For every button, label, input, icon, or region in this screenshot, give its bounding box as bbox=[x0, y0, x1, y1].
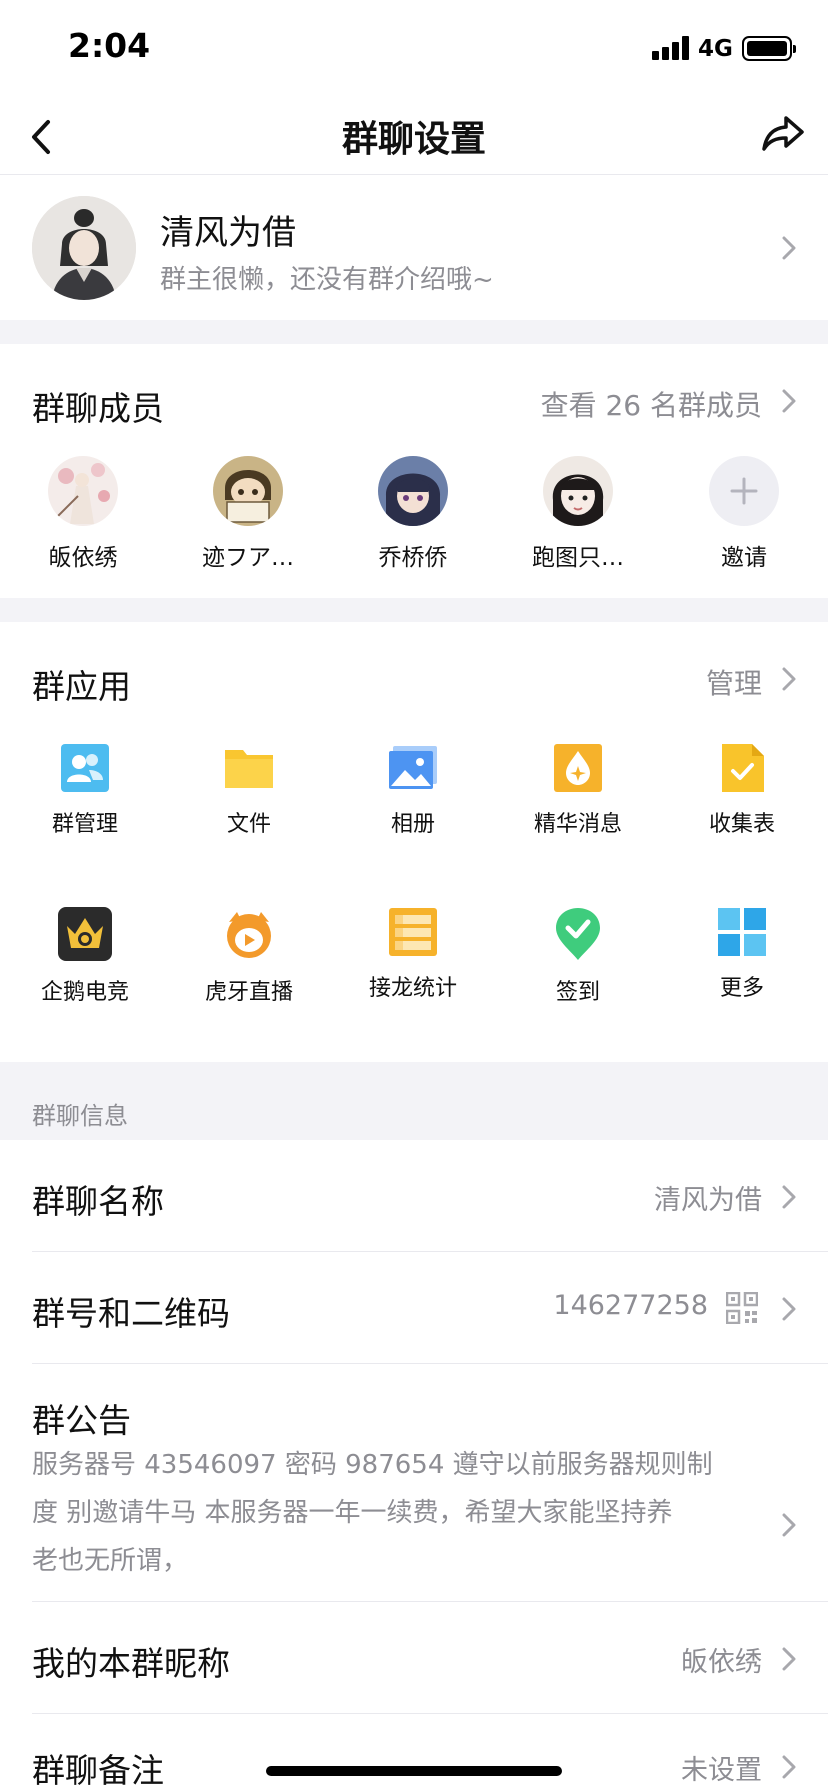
info-caption: 群聊信息 bbox=[32, 1102, 128, 1130]
member-item[interactable]: 乔桥侨 bbox=[338, 456, 488, 572]
status-bar: 2:04 4G bbox=[0, 0, 828, 100]
group-notice-label: 群公告 bbox=[32, 1401, 131, 1440]
app-more[interactable]: 更多 bbox=[662, 906, 822, 1002]
app-label: 虎牙直播 bbox=[204, 980, 293, 1005]
group-remark-label: 群聊备注 bbox=[32, 1751, 164, 1790]
group-notice-line: 老也无所谓， bbox=[32, 1546, 189, 1576]
group-name: 清风为借 bbox=[160, 213, 296, 253]
relay-stats-icon bbox=[387, 906, 439, 958]
members-section: 群聊成员 查看 26 名群成员 皈依绣 迹フア… 乔桥侨 跑图只… 邀请 bbox=[0, 344, 828, 598]
chevron-right-icon bbox=[782, 1647, 796, 1671]
plus-icon bbox=[709, 456, 779, 526]
chevron-right-icon[interactable] bbox=[780, 664, 798, 694]
signal-icon bbox=[652, 36, 690, 60]
essence-message-icon bbox=[552, 742, 604, 794]
avatar bbox=[48, 456, 118, 526]
network-type: 4G bbox=[698, 36, 733, 62]
more-grid-icon bbox=[716, 906, 768, 958]
folder-icon bbox=[223, 742, 275, 794]
member-item[interactable]: 迹フア… bbox=[173, 456, 323, 572]
app-label: 相册 bbox=[390, 812, 435, 837]
nav-bar: 群聊设置 bbox=[0, 100, 828, 175]
group-name-row[interactable]: 群聊名称 清风为借 bbox=[0, 1140, 828, 1252]
member-name: 迹フア… bbox=[202, 545, 294, 571]
avatar bbox=[543, 456, 613, 526]
status-time: 2:04 bbox=[68, 26, 151, 65]
my-nickname-row[interactable]: 我的本群昵称 皈依绣 bbox=[0, 1602, 828, 1714]
app-relay-stats[interactable]: 接龙统计 bbox=[333, 906, 493, 1002]
app-label: 接龙统计 bbox=[368, 976, 457, 1001]
collection-form-icon bbox=[716, 742, 768, 794]
share-icon bbox=[762, 116, 804, 151]
battery-icon bbox=[742, 36, 796, 61]
member-item[interactable]: 皈依绣 bbox=[8, 456, 158, 572]
group-id-value: 146277258 bbox=[553, 1290, 708, 1321]
app-label: 企鹅电竞 bbox=[40, 980, 129, 1005]
app-essence[interactable]: 精华消息 bbox=[498, 742, 658, 838]
avatar bbox=[378, 456, 448, 526]
group-avatar[interactable] bbox=[32, 196, 136, 300]
app-label: 更多 bbox=[719, 976, 764, 1001]
app-label: 签到 bbox=[555, 980, 600, 1005]
chevron-right-icon bbox=[782, 236, 796, 260]
app-album[interactable]: 相册 bbox=[333, 742, 493, 838]
group-id-label: 群号和二维码 bbox=[32, 1294, 230, 1333]
app-label: 文件 bbox=[226, 812, 271, 837]
app-check-in[interactable]: 签到 bbox=[498, 906, 658, 1006]
app-huya-live[interactable]: 虎牙直播 bbox=[169, 906, 329, 1006]
app-group-manage[interactable]: 群管理 bbox=[5, 742, 165, 838]
group-notice-row[interactable]: 群公告 服务器号 43546097 密码 987654 遵守以前服务器规则制 度… bbox=[0, 1364, 828, 1602]
app-files[interactable]: 文件 bbox=[169, 742, 329, 838]
member-name: 跑图只… bbox=[532, 545, 624, 571]
app-label: 群管理 bbox=[51, 812, 118, 837]
group-name-value: 清风为借 bbox=[654, 1185, 762, 1216]
manage-apps-link[interactable]: 管理 bbox=[706, 662, 762, 702]
chevron-right-icon bbox=[782, 1755, 796, 1779]
page-title: 群聊设置 bbox=[341, 119, 486, 160]
group-name-label: 群聊名称 bbox=[32, 1182, 164, 1221]
view-all-members-link[interactable]: 查看 26 名群成员 bbox=[541, 384, 762, 424]
section-divider bbox=[0, 320, 828, 344]
chevron-right-icon bbox=[782, 1513, 796, 1537]
app-label: 收集表 bbox=[708, 812, 775, 837]
invite-button[interactable]: 邀请 bbox=[669, 456, 819, 572]
qr-code-icon bbox=[726, 1292, 758, 1324]
invite-label: 邀请 bbox=[721, 545, 767, 571]
chevron-right-icon[interactable] bbox=[780, 386, 798, 416]
member-name: 皈依绣 bbox=[48, 545, 118, 571]
group-manage-icon bbox=[59, 742, 111, 794]
group-description: 群主很懒，还没有群介绍哦~ bbox=[160, 265, 494, 295]
huya-live-icon bbox=[221, 906, 277, 962]
my-nickname-label: 我的本群昵称 bbox=[32, 1644, 230, 1683]
group-remark-row[interactable]: 群聊备注 未设置 bbox=[0, 1714, 828, 1792]
share-button[interactable] bbox=[760, 110, 806, 156]
chevron-right-icon bbox=[782, 1297, 796, 1321]
member-item[interactable]: 跑图只… bbox=[503, 456, 653, 572]
group-id-row[interactable]: 群号和二维码 146277258 bbox=[0, 1252, 828, 1364]
members-title: 群聊成员 bbox=[32, 389, 164, 428]
my-nickname-value: 皈依绣 bbox=[681, 1647, 762, 1678]
check-in-icon bbox=[550, 906, 606, 962]
avatar bbox=[213, 456, 283, 526]
group-notice-line: 服务器号 43546097 密码 987654 遵守以前服务器规则制 bbox=[32, 1450, 713, 1480]
app-collection-form[interactable]: 收集表 bbox=[662, 742, 822, 838]
app-penguin-esports[interactable]: 企鹅电竞 bbox=[5, 906, 165, 1006]
section-divider bbox=[0, 598, 828, 622]
home-indicator[interactable] bbox=[266, 1766, 562, 1776]
chevron-right-icon bbox=[782, 1185, 796, 1209]
penguin-esports-icon bbox=[57, 906, 113, 962]
member-name: 乔桥侨 bbox=[378, 545, 448, 571]
group-notice-line: 度 别邀请牛马 本服务器一年一续费，希望大家能坚持养 bbox=[32, 1498, 673, 1528]
info-caption-bar: 群聊信息 bbox=[0, 1062, 828, 1140]
apps-section: 群应用 管理 群管理 文件 相册 精华消息 收集表 企鹅电竞 虎牙直播 接龙统计… bbox=[0, 622, 828, 1062]
group-profile-row[interactable]: 清风为借 群主很懒，还没有群介绍哦~ bbox=[0, 175, 828, 320]
app-label: 精华消息 bbox=[533, 812, 622, 837]
apps-title: 群应用 bbox=[32, 667, 131, 706]
group-remark-value: 未设置 bbox=[681, 1755, 762, 1786]
photo-album-icon bbox=[387, 742, 439, 794]
